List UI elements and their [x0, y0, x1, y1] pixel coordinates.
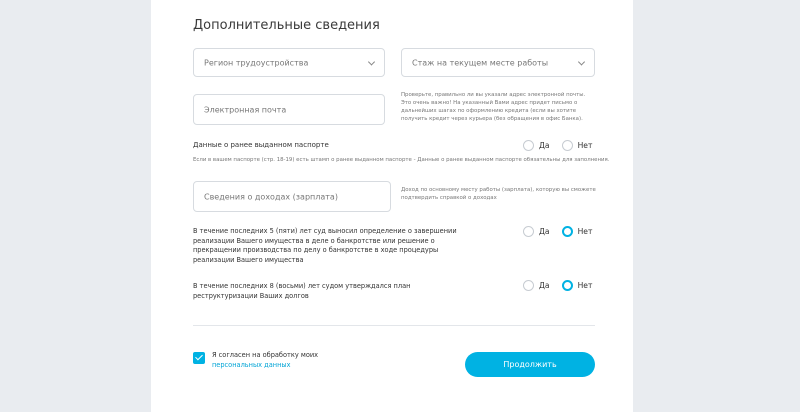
restructuring-radio-no[interactable]: Нет: [561, 280, 593, 291]
chevron-down-icon: [367, 57, 376, 66]
passport-radio-yes[interactable]: Да: [523, 140, 550, 151]
radio-circle[interactable]: [523, 280, 534, 291]
restructuring-radio-yes[interactable]: Да: [523, 280, 550, 291]
email-hint: Проверьте, правильно ли вы указали адрес…: [401, 92, 586, 122]
radio-no-label: Нет: [577, 227, 593, 236]
passport-radio-no[interactable]: Нет: [561, 140, 593, 151]
section-title: Дополнительные сведения: [193, 18, 380, 33]
bankruptcy-radio-no[interactable]: Нет: [561, 226, 593, 237]
email-field[interactable]: Электронная почта: [193, 94, 385, 125]
experience-select-label: Стаж на текущем месте работы: [412, 58, 549, 67]
radio-yes-label: Да: [539, 227, 550, 236]
personal-data-link[interactable]: персональных данных: [212, 361, 291, 369]
radio-yes-label: Да: [539, 141, 550, 150]
region-select-label: Регион трудоустройства: [204, 58, 309, 67]
continue-button[interactable]: Продолжить: [465, 352, 595, 377]
restructuring-radio-group: Да Нет: [523, 280, 592, 291]
radio-circle[interactable]: [523, 140, 534, 151]
restructuring-question: В течение последних 8 (восьми) лет судом…: [193, 282, 411, 300]
divider: [193, 325, 595, 326]
bankruptcy-radio-group: Да Нет: [523, 226, 592, 237]
income-field[interactable]: Сведения о доходах (зарплата): [193, 181, 391, 212]
passport-radio-group: Да Нет: [523, 140, 592, 151]
radio-yes-label: Да: [539, 281, 550, 290]
region-select[interactable]: Регион трудоустройства: [193, 48, 385, 77]
bankruptcy-radio-yes[interactable]: Да: [523, 226, 550, 237]
radio-circle-selected[interactable]: [561, 226, 573, 237]
radio-circle[interactable]: [561, 140, 573, 151]
income-field-placeholder: Сведения о доходах (зарплата): [204, 192, 338, 201]
consent-text: Я согласен на обработку моих персональны…: [212, 351, 332, 370]
radio-circle-selected[interactable]: [561, 280, 573, 291]
email-field-placeholder: Электронная почта: [204, 105, 287, 114]
radio-no-label: Нет: [577, 281, 593, 290]
chevron-down-icon: [577, 57, 586, 66]
experience-select[interactable]: Стаж на текущем месте работы: [401, 48, 595, 77]
passport-note: Если в вашем паспорте (стр. 18-19) есть …: [193, 157, 610, 163]
consent-text-label: Я согласен на обработку моих: [212, 351, 319, 359]
radio-no-label: Нет: [577, 141, 593, 150]
bankruptcy-question: В течение последних 5 (пяти) лет суд вын…: [193, 227, 457, 264]
income-hint: Доход по основному месту работы (зарплат…: [401, 187, 596, 201]
passport-question: Данные о ранее выданном паспорте: [193, 141, 329, 149]
consent-checkbox[interactable]: [193, 352, 205, 364]
radio-circle[interactable]: [523, 226, 534, 237]
